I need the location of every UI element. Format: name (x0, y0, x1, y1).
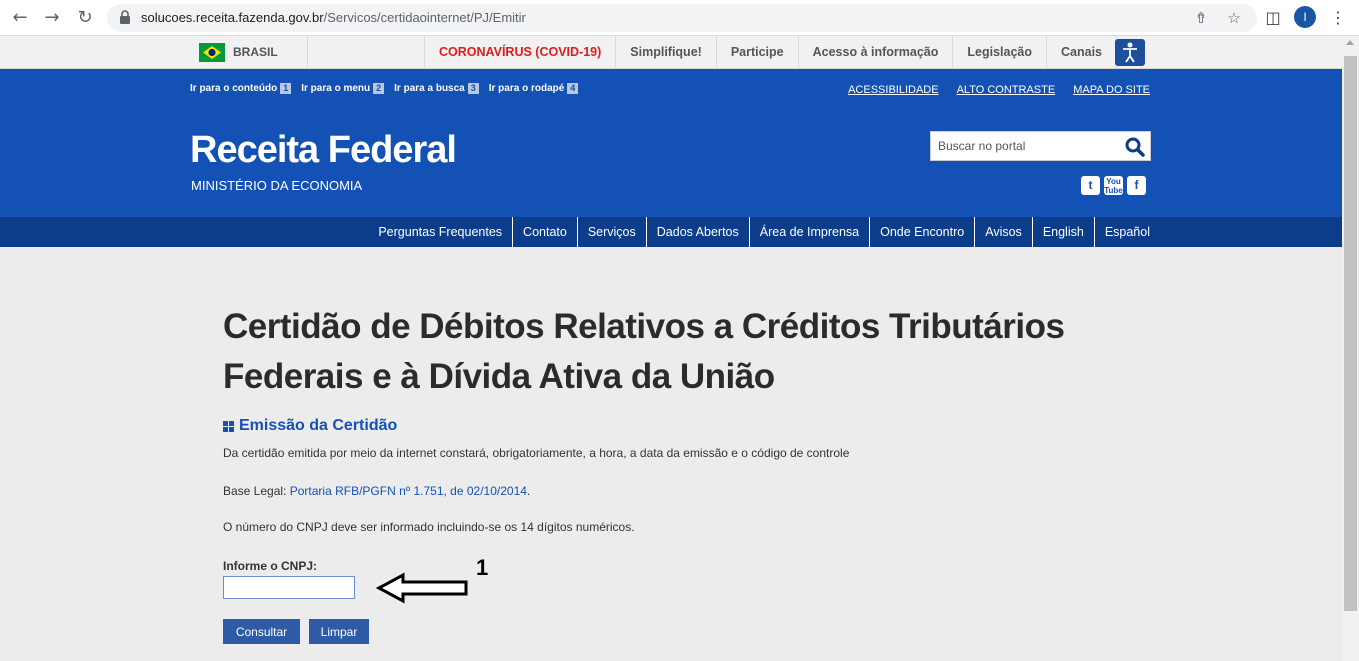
info-text: Da certidão emitida por meio da internet… (223, 446, 850, 460)
gov-country-label: BRASIL (233, 45, 278, 59)
nav-item-english[interactable]: English (1031, 217, 1094, 247)
skip-link-label: Ir para o rodapé (488, 83, 565, 94)
annotation-number: 1 (476, 555, 489, 580)
side-panel-icon[interactable]: ◫ (1262, 7, 1284, 29)
nav-item-espanol[interactable]: Español (1093, 217, 1150, 247)
nav-item-dados-abertos[interactable]: Dados Abertos (645, 217, 749, 247)
nav-item-avisos[interactable]: Avisos (974, 217, 1032, 247)
base-legal-period: . (526, 484, 531, 498)
site-map-link[interactable]: MAPA DO SITE (1073, 84, 1150, 96)
gov-bar: BRASIL CORONAVÍRUS (COVID-19) Simplifiqu… (0, 36, 1342, 69)
gov-link-simplifique[interactable]: Simplifique! (615, 36, 716, 69)
skip-link-number: 3 (467, 83, 479, 94)
section-title-text: Emissão da Certidão (239, 417, 398, 434)
share-icon[interactable]: ⇮ (1192, 9, 1210, 27)
scroll-thumb[interactable] (1344, 56, 1357, 611)
search-icon[interactable] (1124, 136, 1146, 158)
site-title[interactable]: Receita Federal (190, 129, 457, 172)
skip-link-label: Ir para a busca (394, 83, 465, 94)
grid-icon (223, 420, 234, 432)
search-box (930, 131, 1151, 161)
url-host: solucoes.receita.fazenda.gov.br (141, 10, 324, 25)
section-title: Emissão da Certidão (223, 417, 397, 435)
gov-link-covid[interactable]: CORONAVÍRUS (COVID-19) (424, 36, 615, 69)
profile-avatar[interactable]: I (1294, 6, 1316, 28)
page-title-line: Certidão de Débitos Relativos a Créditos… (223, 307, 1065, 346)
main-nav: Perguntas Frequentes Contato Serviços Da… (0, 217, 1342, 247)
skip-link-content[interactable]: Ir para o conteúdo 1 (190, 83, 292, 94)
reload-icon[interactable]: ↻ (74, 7, 96, 29)
youtube-icon[interactable]: You Tube (1104, 176, 1123, 195)
lock-icon (120, 10, 130, 24)
high-contrast-link[interactable]: ALTO CONTRASTE (957, 84, 1056, 96)
cnpj-note: O número do CNPJ deve ser informado incl… (223, 520, 635, 534)
accessibility-link[interactable]: ACESSIBILIDADE (848, 84, 938, 96)
url-path: /Servicos/certidaointernet/PJ/Emitir (323, 10, 526, 25)
main-content: Certidão de Débitos Relativos a Créditos… (0, 247, 1342, 661)
gov-link-legislacao[interactable]: Legislação (952, 36, 1046, 69)
nav-item-area-imprensa[interactable]: Área de Imprensa (748, 217, 869, 247)
url-text: solucoes.receita.fazenda.gov.br/Servicos… (141, 10, 526, 25)
skip-link-footer[interactable]: Ir para o rodapé 4 (489, 83, 579, 94)
social-links: t You Tube f (1081, 176, 1146, 195)
annotation-arrow-icon (376, 572, 468, 604)
search-input[interactable] (931, 132, 1121, 160)
skip-link-label: Ir para o menu (301, 83, 371, 94)
cnpj-input[interactable] (223, 576, 355, 599)
gov-link-canais[interactable]: Canais (1046, 36, 1117, 69)
brazil-flag-icon (199, 43, 225, 62)
gov-links: CORONAVÍRUS (COVID-19) Simplifique! Part… (424, 36, 1117, 69)
nav-item-servicos[interactable]: Serviços (576, 217, 646, 247)
address-bar[interactable]: solucoes.receita.fazenda.gov.br/Servicos… (107, 4, 1257, 32)
skip-link-search[interactable]: Ir para a busca 3 (394, 83, 479, 94)
nav-item-contato[interactable]: Contato (512, 217, 577, 247)
gov-link-participe[interactable]: Participe (715, 36, 798, 69)
page-title-line: Federais e à Dívida Ativa da União (223, 357, 775, 396)
consultar-button[interactable]: Consultar (223, 619, 300, 644)
skip-link-number: 4 (567, 83, 579, 94)
top-links: ACESSIBILIDADE ALTO CONTRASTE MAPA DO SI… (848, 84, 1150, 96)
skip-link-number: 1 (280, 83, 292, 94)
accessibility-icon[interactable] (1115, 39, 1145, 66)
nav-item-perguntas-frequentes[interactable]: Perguntas Frequentes (368, 217, 512, 247)
limpar-button[interactable]: Limpar (309, 619, 369, 644)
base-legal-label: Base Legal: (223, 484, 287, 498)
cnpj-label: Informe o CNPJ: (223, 559, 318, 573)
browser-toolbar: ← → ↻ solucoes.receita.fazenda.gov.br/Se… (0, 0, 1359, 36)
forward-icon[interactable]: → (41, 7, 63, 29)
skip-link-menu[interactable]: Ir para o menu 2 (301, 83, 385, 94)
scroll-up-icon[interactable] (1346, 40, 1354, 45)
site-header: Ir para o conteúdo 1 Ir para o menu 2 Ir p… (0, 69, 1342, 217)
skip-link-label: Ir para o conteúdo (190, 83, 278, 94)
twitter-icon[interactable]: t (1081, 176, 1100, 195)
star-icon[interactable]: ☆ (1225, 9, 1243, 27)
site-subtitle: MINISTÉRIO DA ECONOMIA (191, 178, 363, 193)
skip-links: Ir para o conteúdo 1 Ir para o menu 2 Ir p… (190, 83, 579, 94)
facebook-icon[interactable]: f (1127, 176, 1146, 195)
page-scrollbar[interactable] (1342, 36, 1359, 661)
nav-item-onde-encontro[interactable]: Onde Encontro (869, 217, 974, 247)
skip-link-number: 2 (373, 83, 385, 94)
gov-brasil-link[interactable]: BRASIL (190, 36, 308, 69)
base-legal-link[interactable]: Portaria RFB/PGFN nº 1.751, de 02/10/201… (290, 484, 527, 498)
back-icon[interactable]: ← (9, 7, 31, 29)
gov-link-acesso-informacao[interactable]: Acesso à informação (797, 36, 953, 69)
page-title: Certidão de Débitos Relativos a Créditos… (223, 302, 1123, 402)
menu-kebab-icon[interactable]: ⋮ (1327, 7, 1349, 29)
base-legal: Base Legal: Portaria RFB/PGFN nº 1.751, … (223, 484, 530, 498)
